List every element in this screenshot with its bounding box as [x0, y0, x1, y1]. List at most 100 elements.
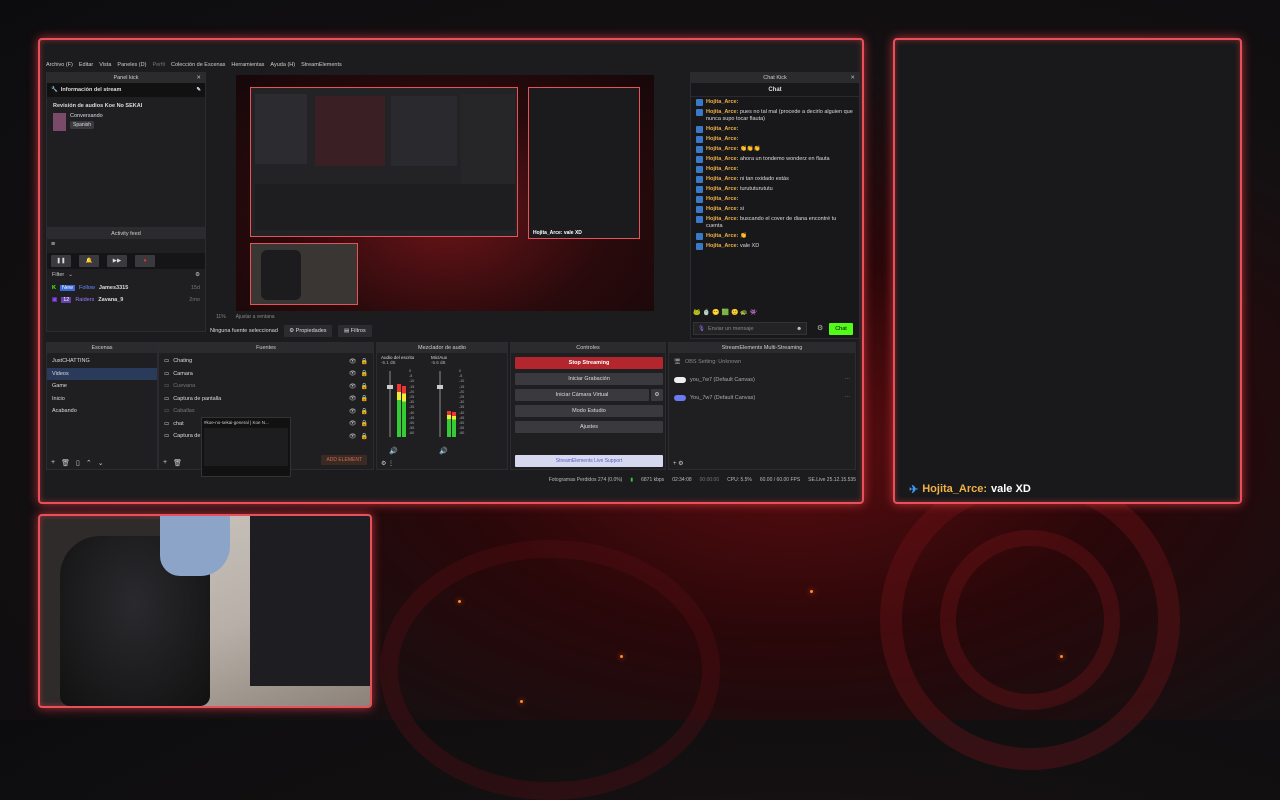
- chat-message: Hojita_Arce: 👏👏👏: [691, 144, 859, 154]
- source-type-icon: ▭: [164, 370, 170, 377]
- menu-herramientas[interactable]: Herramientas: [231, 62, 264, 68]
- settings-button[interactable]: Ajustes: [515, 421, 663, 433]
- gear-icon[interactable]: ⚙: [651, 389, 663, 401]
- slider-handle[interactable]: [437, 385, 443, 389]
- more-icon[interactable]: ⋯: [845, 395, 851, 401]
- eye-icon[interactable]: 👁: [349, 395, 357, 402]
- menu-streamelements[interactable]: StreamElements: [301, 62, 342, 68]
- close-icon[interactable]: ✕: [196, 75, 201, 81]
- lock-icon[interactable]: 🔒: [361, 420, 368, 427]
- emote-icon[interactable]: 👾: [750, 309, 757, 316]
- kick-badge-icon: [696, 195, 703, 203]
- multistream-toolbar[interactable]: + ⚙: [673, 460, 684, 467]
- source-label: Chating: [173, 358, 193, 365]
- speaker-icon[interactable]: 🔊: [439, 447, 448, 455]
- source-toolbar-bottom: + 🗑: [163, 459, 182, 467]
- lock-icon[interactable]: 🔒: [361, 370, 368, 377]
- hamburger-icon[interactable]: ≡: [47, 239, 205, 253]
- gear-icon[interactable]: ⚙: [817, 324, 823, 332]
- chat-send-button[interactable]: Chat: [829, 323, 853, 335]
- preview-canvas[interactable]: Hojita_Arce: vale XD: [236, 75, 654, 311]
- volume-slider-2[interactable]: [437, 371, 443, 437]
- db-tick: -10: [409, 379, 415, 384]
- lock-icon[interactable]: 🔒: [361, 433, 368, 440]
- db-scale: 0 -5 -10 -15 -20 -25 -30 -35 -40 -45 -50 -55 -60: [409, 369, 414, 437]
- scene-item[interactable]: Videos: [47, 367, 157, 380]
- up-icon[interactable]: ⌃: [86, 459, 92, 467]
- fit-window[interactable]: Ajustar a ventana: [236, 314, 275, 320]
- lock-icon[interactable]: 🔒: [361, 383, 368, 390]
- gear-icon[interactable]: ⚙: [195, 272, 200, 278]
- source-item[interactable]: ▭ Cuevana 👁 🔒: [159, 380, 373, 393]
- filter-row[interactable]: Filter ⌄ ⚙: [47, 269, 205, 282]
- source-item[interactable]: ▭ Captura de pantalla 👁 🔒: [159, 393, 373, 406]
- eye-icon[interactable]: 👁: [349, 408, 357, 415]
- mixer-settings-icon[interactable]: ⚙ ⋮: [381, 460, 394, 467]
- add-element-button[interactable]: ADD ELEMENT: [321, 455, 367, 465]
- close-icon[interactable]: ✕: [850, 75, 855, 81]
- bell-button[interactable]: 🔔: [79, 255, 99, 267]
- virtual-camera-button[interactable]: Iniciar Cámara Virtual: [515, 389, 649, 401]
- lock-icon[interactable]: 🔒: [361, 358, 368, 365]
- speaker-icon[interactable]: 🔊: [389, 447, 398, 455]
- properties-label: Propiedades: [295, 328, 327, 334]
- menu-editar[interactable]: Editar: [79, 62, 93, 68]
- menu-ayuda[interactable]: Ayuda (H): [270, 62, 295, 68]
- more-icon[interactable]: ⋯: [845, 377, 851, 383]
- source-item[interactable]: ▭ Chating 👁 🔒: [159, 355, 373, 368]
- emote-icon[interactable]: 🍵: [702, 309, 709, 316]
- add-icon[interactable]: +: [51, 459, 55, 467]
- meter-bar: [397, 384, 401, 437]
- eye-icon[interactable]: 👁: [349, 383, 357, 390]
- eye-icon[interactable]: 👁: [349, 358, 357, 365]
- lock-icon[interactable]: 🔒: [361, 408, 368, 415]
- lock-icon[interactable]: 🔒: [361, 395, 368, 402]
- edit-icon[interactable]: ✎: [196, 87, 201, 93]
- scene-item[interactable]: Game: [47, 380, 157, 393]
- kick-badge-icon: [696, 98, 703, 106]
- emote-icon[interactable]: 🐢: [740, 309, 747, 316]
- studio-mode-button[interactable]: Modo Estudio: [515, 405, 663, 417]
- trash-icon[interactable]: 🗑: [173, 459, 182, 467]
- source-item[interactable]: ▭ Camara 👁 🔒: [159, 368, 373, 381]
- stop-streaming-button[interactable]: Stop Streaming: [515, 357, 663, 369]
- chat-message: Hojita_Arce:: [691, 194, 859, 204]
- menu-paneles[interactable]: Paneles (D): [117, 62, 146, 68]
- trash-icon[interactable]: 🗑: [61, 459, 70, 467]
- slider-handle[interactable]: [387, 385, 393, 389]
- eye-icon[interactable]: 👁: [349, 420, 357, 427]
- emote-icon[interactable]: 😶: [712, 309, 719, 316]
- eye-icon[interactable]: 👁: [349, 433, 357, 440]
- source-type-icon: ▭: [164, 383, 170, 390]
- add-icon[interactable]: +: [163, 459, 167, 467]
- pause-button[interactable]: ❚❚: [51, 255, 71, 267]
- scene-item[interactable]: JustCHATTING: [47, 355, 157, 368]
- menu-perfil[interactable]: Perfil: [152, 62, 165, 68]
- emote-icon[interactable]: 🟩: [721, 309, 728, 316]
- properties-button[interactable]: ⚙ Propiedades: [283, 325, 332, 337]
- scene-item[interactable]: Inicio: [47, 393, 157, 406]
- chat-user: Hojita_Arce:: [706, 125, 739, 132]
- menu-archivo[interactable]: Archivo (F): [46, 62, 73, 68]
- source-item[interactable]: ▭ Caballas 👁 🔒: [159, 405, 373, 418]
- menu-escenas[interactable]: Colección de Escenas: [171, 62, 225, 68]
- scene-item[interactable]: Acabando: [47, 405, 157, 418]
- eye-icon[interactable]: 👁: [349, 370, 357, 377]
- toggle-switch[interactable]: [674, 395, 686, 401]
- emoji-icon[interactable]: ☻: [796, 326, 802, 332]
- chat-input[interactable]: 🎙 Enviar un mensaje ☻: [693, 322, 807, 335]
- emote-icon[interactable]: 🙂: [731, 309, 738, 316]
- down-icon[interactable]: ⌄: [98, 459, 104, 467]
- toggle-switch[interactable]: [674, 377, 686, 383]
- menu-vista[interactable]: Vista: [99, 62, 111, 68]
- filter-icon[interactable]: ▯: [76, 459, 80, 467]
- start-recording-button[interactable]: Iniciar Grabación: [515, 373, 663, 385]
- chat-message: Hojita_Arce: buscando el cover de diana …: [691, 214, 859, 231]
- support-button[interactable]: StreamElements Live Support: [515, 455, 663, 467]
- skip-button[interactable]: ▶▶: [107, 255, 127, 267]
- volume-slider-1[interactable]: [387, 371, 393, 437]
- live-button[interactable]: ●: [135, 255, 155, 267]
- zoom-level[interactable]: 11%: [216, 314, 226, 320]
- emote-icon[interactable]: 🐸: [693, 309, 700, 316]
- filters-button[interactable]: ▤ Filtros: [337, 325, 372, 337]
